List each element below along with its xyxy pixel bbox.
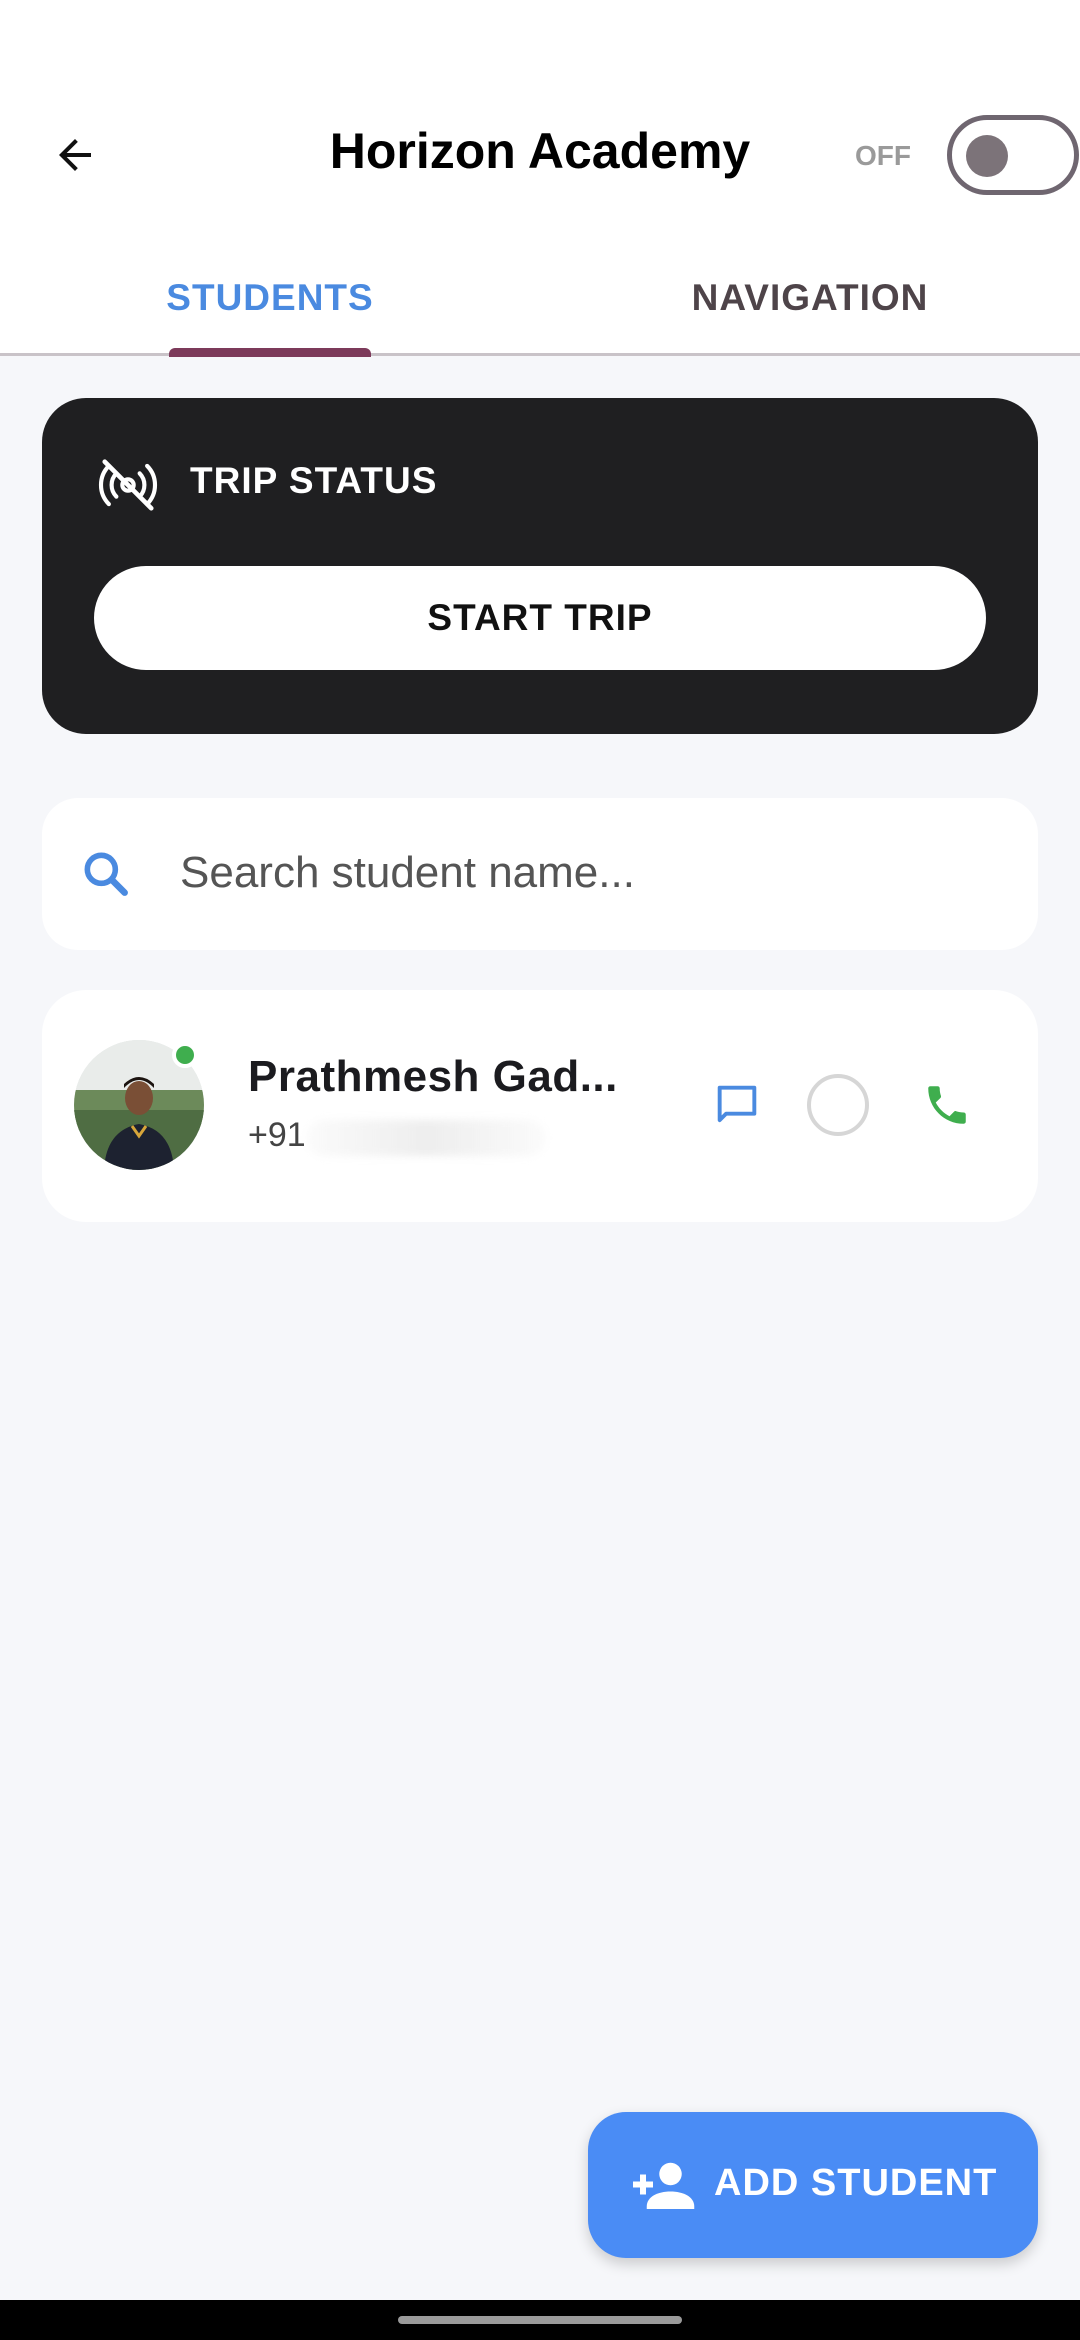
home-gesture-handle[interactable] bbox=[398, 2316, 682, 2324]
toggle-label: OFF bbox=[855, 140, 911, 171]
system-nav-bar bbox=[0, 2300, 1080, 2340]
chat-icon bbox=[717, 1085, 757, 1123]
person-add-icon bbox=[633, 2162, 695, 2209]
toggle-knob[interactable] bbox=[966, 135, 1008, 177]
search-input[interactable] bbox=[180, 838, 980, 908]
tab-bar: STUDENTS NAVIGATION bbox=[0, 240, 1080, 356]
tab-indicator bbox=[169, 348, 371, 357]
location-off-icon bbox=[98, 459, 158, 511]
message-button[interactable] bbox=[702, 1070, 772, 1140]
tab-students[interactable]: STUDENTS bbox=[120, 240, 420, 356]
search-icon bbox=[84, 852, 128, 896]
call-button[interactable] bbox=[912, 1070, 982, 1140]
attendance-checkbox[interactable] bbox=[807, 1074, 869, 1136]
online-status-dot bbox=[172, 1042, 198, 1068]
search-bar[interactable] bbox=[42, 798, 1038, 950]
toggle-switch[interactable] bbox=[947, 115, 1079, 195]
student-list-item[interactable]: Prathmesh Gad... +91 bbox=[42, 990, 1038, 1222]
student-phone: +91 bbox=[248, 1116, 306, 1154]
trip-status-label: TRIP STATUS bbox=[190, 460, 438, 501]
add-student-label: ADD STUDENT bbox=[714, 2162, 998, 2204]
phone-redaction bbox=[306, 1120, 546, 1156]
trip-status-card: TRIP STATUS START TRIP bbox=[42, 398, 1038, 734]
add-student-button[interactable]: ADD STUDENT bbox=[588, 2112, 1038, 2258]
trip-toggle[interactable]: OFF bbox=[855, 112, 1080, 198]
phone-icon bbox=[928, 1086, 966, 1124]
student-name: Prathmesh Gad... bbox=[248, 1052, 618, 1101]
tab-navigation[interactable]: NAVIGATION bbox=[660, 240, 960, 356]
start-trip-button[interactable]: START TRIP bbox=[94, 566, 986, 670]
